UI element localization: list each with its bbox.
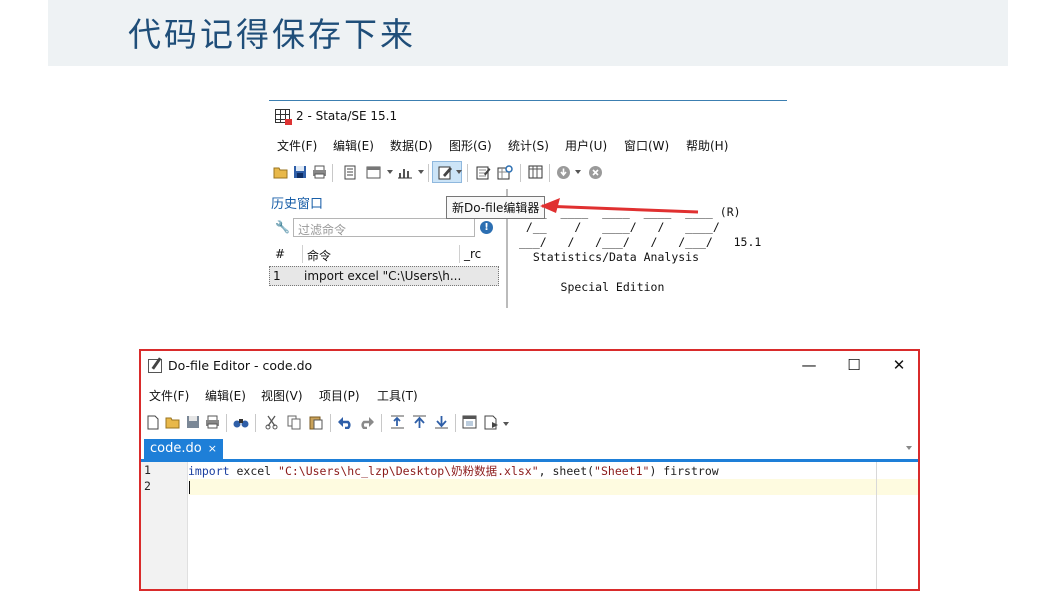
tab-code-do[interactable]: code.do × — [144, 439, 223, 459]
editor-menu-project[interactable]: 项目(P) — [319, 387, 360, 404]
menu-user[interactable]: 用户(U) — [565, 137, 607, 154]
code-text: , sheet( — [538, 464, 595, 478]
close-button[interactable]: ✕ — [888, 355, 910, 375]
menu-help[interactable]: 帮助(H) — [686, 137, 728, 154]
slide-header: 代码记得保存下来 — [48, 0, 1008, 66]
move-up-icon[interactable] — [411, 414, 427, 430]
do-file-editor-window: Do-file Editor - code.do — ☐ ✕ 文件(F) 编辑(… — [139, 349, 920, 591]
wrench-icon[interactable]: 🔧 — [275, 220, 290, 234]
history-filter-input[interactable]: 过滤命令 — [293, 218, 475, 237]
undo-icon[interactable] — [337, 414, 353, 430]
log-icon[interactable] — [342, 164, 358, 180]
menu-statistics[interactable]: 统计(S) — [508, 137, 549, 154]
edge-guide-line — [876, 462, 877, 589]
tab-close-icon[interactable]: × — [208, 442, 217, 455]
break-dropdown-icon[interactable] — [575, 170, 581, 174]
execute-do-icon[interactable] — [483, 414, 499, 430]
paste-icon[interactable] — [308, 414, 324, 430]
code-line-1[interactable]: import excel "C:\Users\hc_lzp\Desktop\奶粉… — [188, 463, 918, 479]
save-icon[interactable] — [292, 164, 308, 180]
tab-list-dropdown-icon[interactable] — [906, 446, 912, 450]
execute-dropdown-icon[interactable] — [503, 422, 509, 426]
column-header-rc[interactable]: _rc — [464, 247, 481, 261]
editor-menu-file[interactable]: 文件(F) — [149, 387, 189, 404]
line-number: 1 — [144, 463, 151, 477]
do-file-editor-tooltip: 新Do-file编辑器 — [446, 196, 546, 219]
stata-toolbar — [269, 161, 787, 187]
code-line-2[interactable] — [189, 479, 918, 495]
stata-titlebar: 2 - Stata/SE 15.1 — [269, 101, 787, 131]
editor-menubar: 文件(F) 编辑(E) 视图(V) 项目(P) 工具(T) — [141, 387, 918, 405]
open-icon[interactable] — [165, 414, 181, 430]
find-icon[interactable] — [233, 414, 249, 430]
history-row-command: import excel "C:\Users\h... — [304, 269, 462, 283]
copy-icon[interactable] — [286, 414, 302, 430]
print-icon[interactable] — [204, 414, 220, 430]
show-file-icon[interactable] — [461, 414, 477, 430]
viewer-dropdown-icon[interactable] — [387, 170, 393, 174]
slide-title: 代码记得保存下来 — [128, 15, 416, 54]
editor-menu-tools[interactable]: 工具(T) — [377, 387, 418, 404]
new-file-icon[interactable] — [145, 414, 161, 430]
indent-icon[interactable] — [389, 414, 405, 430]
text-caret — [189, 481, 190, 494]
history-row-number: 1 — [273, 269, 281, 283]
variables-manager-icon[interactable] — [527, 164, 543, 180]
data-editor-icon[interactable] — [475, 164, 491, 180]
code-text: ) firstrow — [649, 464, 719, 478]
code-text: excel — [229, 464, 279, 478]
line-number-gutter: 1 2 — [141, 462, 188, 589]
stata-app-icon — [275, 109, 292, 125]
do-file-editor-icon[interactable] — [437, 164, 453, 180]
editor-toolbar — [141, 411, 918, 435]
tab-label: code.do — [150, 441, 202, 456]
viewer-icon[interactable] — [365, 164, 381, 180]
menu-window[interactable]: 窗口(W) — [624, 137, 669, 154]
editor-menu-edit[interactable]: 编辑(E) — [205, 387, 246, 404]
move-down-icon[interactable] — [433, 414, 449, 430]
history-row[interactable]: 1 import excel "C:\Users\h... — [269, 266, 499, 286]
history-column-headers: # 命令 _rc — [269, 243, 500, 265]
data-browser-icon[interactable] — [497, 164, 513, 180]
break-icon[interactable] — [555, 164, 571, 180]
info-icon[interactable]: ! — [480, 221, 493, 234]
menu-graphics[interactable]: 图形(G) — [449, 137, 492, 154]
annotation-arrow-icon — [540, 198, 699, 214]
open-icon[interactable] — [273, 164, 289, 180]
print-icon[interactable] — [311, 164, 327, 180]
column-header-number[interactable]: # — [275, 247, 285, 261]
code-string: "C:\Users\hc_lzp\Desktop\奶粉数据.xlsx" — [278, 464, 539, 478]
column-header-command[interactable]: 命令 — [307, 247, 331, 264]
do-file-editor-app-icon — [148, 359, 162, 373]
do-file-editor-dropdown-icon[interactable] — [456, 170, 462, 174]
save-icon[interactable] — [185, 414, 201, 430]
menu-file[interactable]: 文件(F) — [277, 137, 317, 154]
line-number: 2 — [144, 479, 151, 493]
editor-menu-view[interactable]: 视图(V) — [261, 387, 303, 404]
redo-icon[interactable] — [359, 414, 375, 430]
code-keyword: import — [188, 464, 230, 478]
cut-icon[interactable] — [263, 414, 279, 430]
clear-icon[interactable] — [587, 164, 603, 180]
minimize-button[interactable]: — — [798, 355, 820, 375]
code-string: "Sheet1" — [594, 464, 650, 478]
graph-dropdown-icon[interactable] — [418, 170, 424, 174]
history-window-title: 历史窗口 — [271, 197, 324, 212]
menu-data[interactable]: 数据(D) — [390, 137, 433, 154]
maximize-button[interactable]: ☐ — [843, 355, 865, 375]
menu-edit[interactable]: 编辑(E) — [333, 137, 374, 154]
stata-menubar: 文件(F) 编辑(E) 数据(D) 图形(G) 统计(S) 用户(U) 窗口(W… — [269, 137, 787, 157]
stata-window-title: 2 - Stata/SE 15.1 — [296, 109, 398, 123]
code-editor[interactable]: import excel "C:\Users\hc_lzp\Desktop\奶粉… — [188, 462, 918, 589]
graph-icon[interactable] — [397, 164, 413, 180]
editor-tab-bar: code.do × — [141, 437, 918, 462]
editor-window-title: Do-file Editor - code.do — [168, 358, 313, 373]
